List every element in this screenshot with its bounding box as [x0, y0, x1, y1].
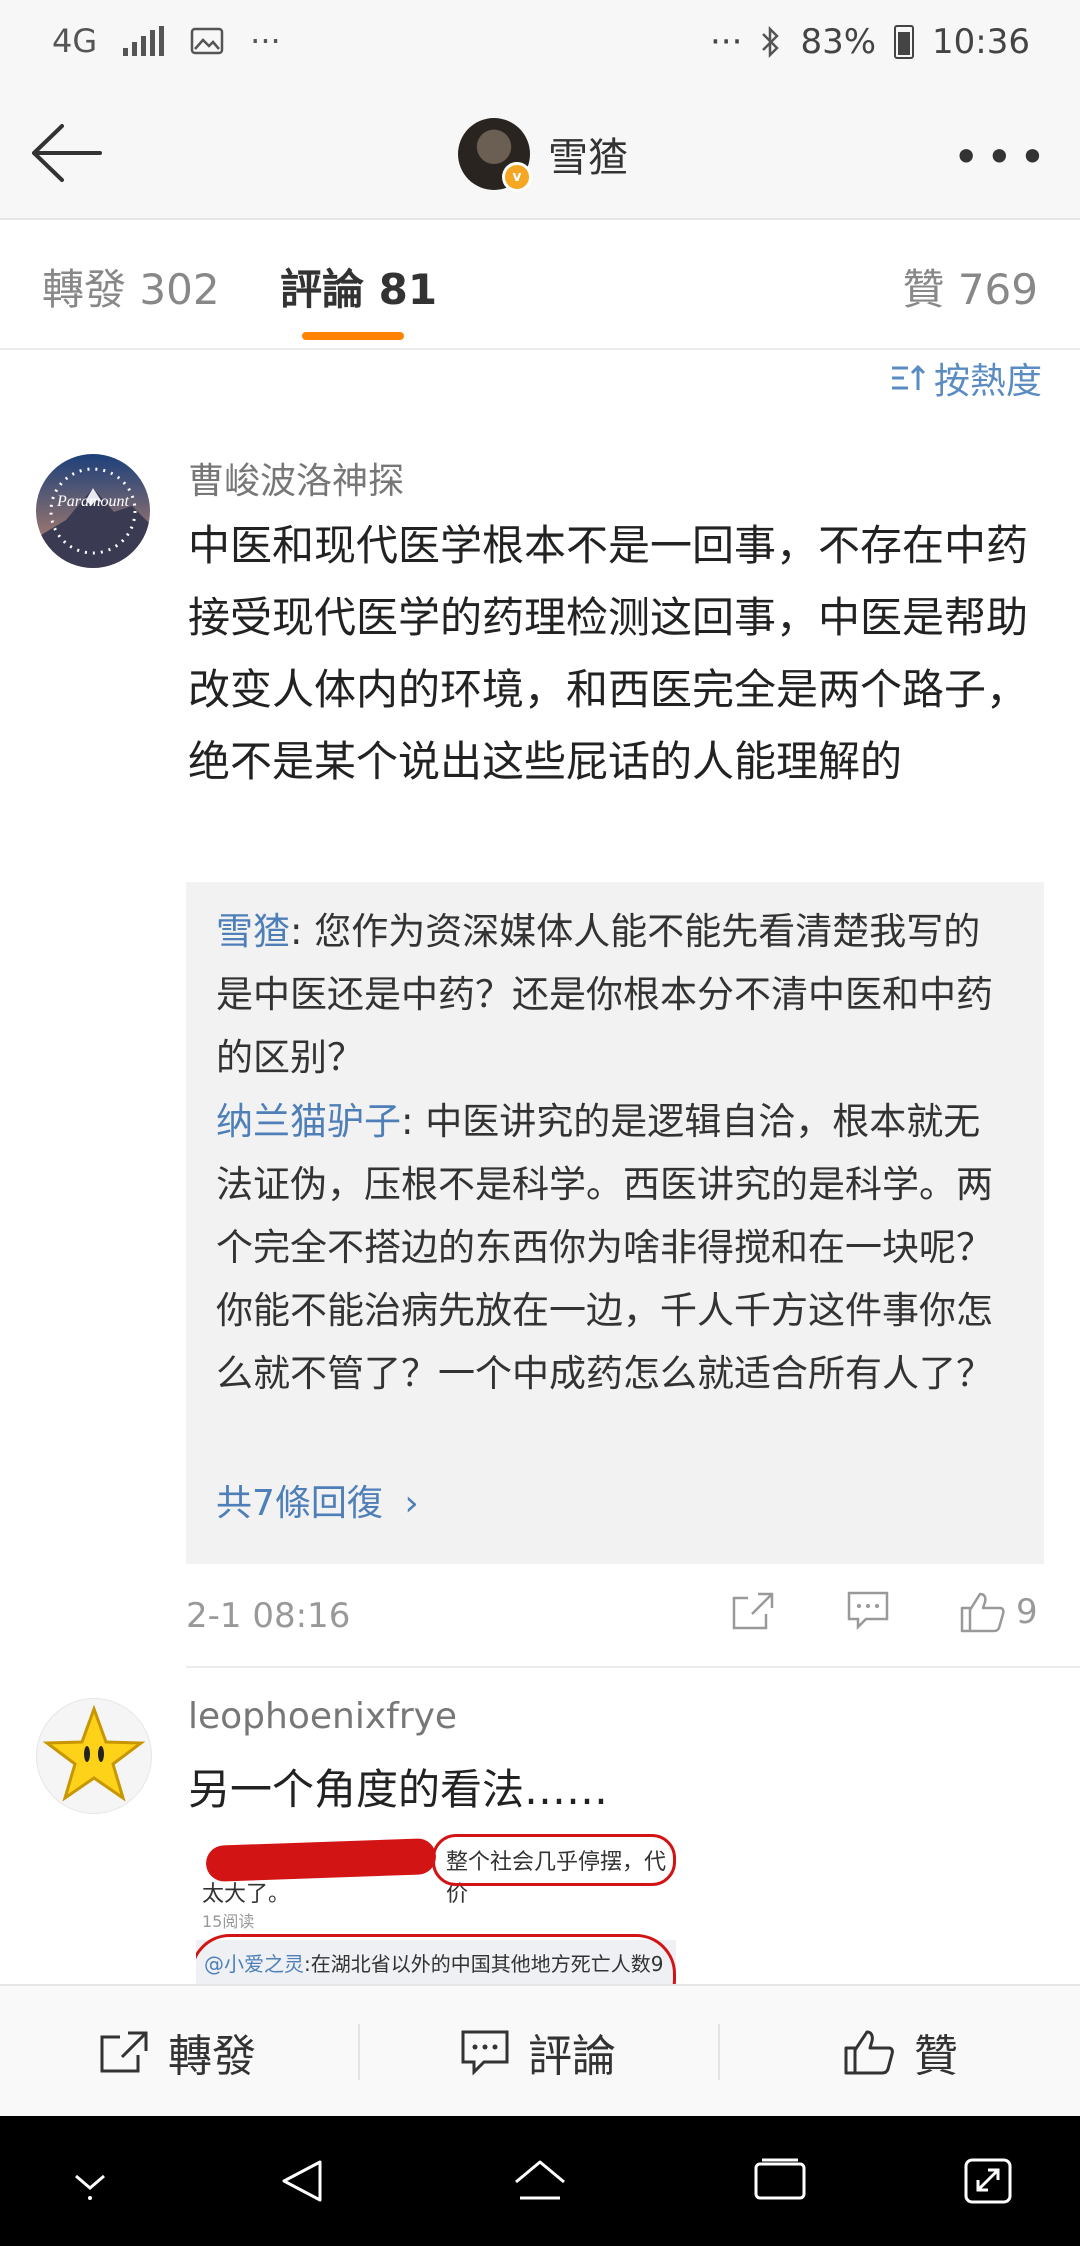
tab-likes[interactable]: 贊 769	[902, 256, 1038, 317]
like-label: 贊	[914, 2031, 958, 2082]
svg-text:Paramount: Paramount	[56, 493, 130, 510]
repost-icon	[100, 2031, 148, 2073]
home-icon[interactable]	[512, 2156, 568, 2206]
page-title: 雪猹	[548, 135, 628, 181]
comment-button[interactable]: 評論	[460, 1986, 616, 2118]
more-notifications: ···	[250, 22, 281, 60]
share-icon	[732, 1592, 774, 1630]
signal-icon	[123, 26, 165, 56]
comment-icon	[461, 2030, 509, 2075]
embedded-screenshot[interactable]: 整个社会几乎停摆，代价 太大了。 15阅读 @小爱之灵:在湖北省以外的中国其他地…	[196, 1830, 676, 1990]
tab-reposts[interactable]: 轉發 302	[42, 256, 220, 317]
screen-rotate-icon[interactable]	[962, 2156, 1014, 2206]
repost-button[interactable]: 轉發	[98, 1986, 256, 2118]
avatar[interactable]	[36, 1698, 152, 1814]
avatar[interactable]: Paramount	[36, 454, 150, 568]
tab-comments-label: 評論	[280, 265, 365, 314]
bottom-action-bar: 轉發 評論 贊	[0, 1984, 1080, 2118]
comment-username[interactable]: 曹峻波洛神探	[188, 452, 404, 504]
nav-user[interactable]: v 雪猹	[458, 118, 628, 192]
highlight-circle	[196, 1934, 676, 1990]
comment-label: 評論	[528, 2031, 616, 2082]
reply-username[interactable]: 纳兰猫驴子	[216, 1100, 401, 1143]
repost-label: 轉發	[168, 2031, 256, 2082]
tab-comments-count: 81	[378, 265, 438, 314]
reply-text: : 中医讲究的是逻辑自洽，根本就无法证伪，压根不是科学。西医讲究的是科学。两个完…	[216, 1100, 993, 1395]
embed-read-count: 15阅读	[202, 1912, 255, 1931]
reply-comment-button[interactable]	[846, 1590, 890, 1630]
more-status: ···	[710, 22, 743, 62]
battery-percent: 83%	[800, 22, 877, 62]
separator	[358, 2024, 360, 2080]
like-comment-button[interactable]: 9	[958, 1590, 1038, 1634]
comment-like-count: 9	[1016, 1592, 1038, 1632]
like-button[interactable]: 贊	[842, 1986, 958, 2118]
paramount-logo-avatar: Paramount	[36, 454, 150, 568]
comment-timestamp: 2-1 08:16	[186, 1596, 351, 1636]
reply-item: 纳兰猫驴子: 中医讲究的是逻辑自洽，根本就无法证伪，压根不是科学。西医讲究的是科…	[216, 1090, 1016, 1405]
separator	[718, 2024, 720, 2080]
bluetooth-icon	[762, 25, 780, 59]
chevron-down-icon[interactable]	[64, 2156, 116, 2206]
sort-label: 按熱度	[933, 361, 1042, 402]
network-indicator: 4G	[52, 22, 98, 60]
top-nav-bar: v 雪猹 •••	[0, 90, 1080, 220]
comment-username[interactable]: leophoenixfrye	[188, 1696, 457, 1737]
back-triangle-icon[interactable]	[276, 2156, 328, 2206]
comment-text: 另一个角度的看法……	[188, 1765, 609, 1814]
avatar[interactable]: v	[458, 118, 532, 192]
star-avatar-icon	[42, 1704, 146, 1802]
tab-reposts-count: 302	[139, 265, 220, 314]
clock: 10:36	[932, 22, 1030, 62]
tab-reposts-label: 轉發	[42, 265, 127, 314]
back-arrow-icon[interactable]	[26, 120, 106, 186]
thumbs-up-icon	[960, 1592, 1005, 1633]
sort-icon	[891, 364, 926, 390]
reply-text: : 您作为资深媒体人能不能先看清楚我写的是中医还是中药？还是你根本分不清中医和中…	[216, 910, 993, 1079]
thumbs-up-icon	[844, 2030, 894, 2075]
replies-box[interactable]: 雪猹: 您作为资深媒体人能不能先看清楚我写的是中医还是中药？还是你根本分不清中医…	[186, 882, 1044, 1564]
status-bar: 4G ··· ··· 83% 10:36	[0, 0, 1080, 90]
chevron-right-icon: ›	[404, 1483, 419, 1524]
more-icon[interactable]: •••	[953, 130, 1052, 184]
view-all-replies-label: 共7條回復	[216, 1483, 383, 1524]
view-all-replies-link[interactable]: 共7條回復 ›	[216, 1474, 419, 1526]
system-nav-bar	[0, 2116, 1080, 2246]
tab-likes-count: 769	[957, 265, 1038, 314]
comment-divider	[186, 1666, 1080, 1668]
embed-text: 太大了。	[202, 1882, 291, 1907]
tab-bar: 轉發 302 評論 81 贊 769	[0, 220, 1080, 350]
sort-by-hot-button[interactable]: 按熱度	[890, 352, 1042, 404]
recent-apps-icon[interactable]	[752, 2156, 808, 2206]
tab-comments[interactable]: 評論 81	[280, 256, 437, 317]
comment-text: 中医和现代医学根本不是一回事，不存在中药接受现代医学的药理检测这回事，中医是帮助…	[188, 521, 1029, 786]
verified-badge-icon: v	[502, 162, 532, 192]
reply-username[interactable]: 雪猹	[216, 910, 290, 953]
battery-icon	[894, 25, 915, 59]
reply-item: 雪猹: 您作为资深媒体人能不能先看清楚我写的是中医还是中药？还是你根本分不清中医…	[216, 900, 1016, 1089]
active-tab-indicator	[302, 332, 404, 340]
highlight-circle	[432, 1834, 676, 1886]
tab-likes-label: 贊	[902, 265, 945, 314]
comment-icon	[847, 1591, 889, 1630]
image-notification-icon	[190, 27, 224, 55]
share-comment-button[interactable]	[730, 1590, 776, 1632]
